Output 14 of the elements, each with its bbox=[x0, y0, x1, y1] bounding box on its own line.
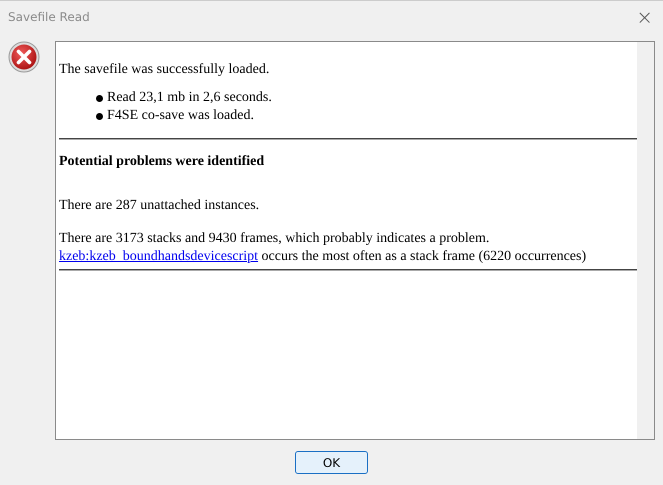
bullet-icon bbox=[96, 112, 103, 120]
bullet-text: Read 23,1 mb in 2,6 seconds. bbox=[107, 89, 272, 107]
message-text: There are 287 unattached instances. bbox=[59, 198, 260, 214]
error-icon bbox=[8, 41, 40, 73]
message-text: The savefile was successfully loaded. bbox=[59, 62, 270, 78]
close-button[interactable]: × bbox=[634, 6, 655, 26]
bullet-icon bbox=[96, 94, 103, 102]
ok-button[interactable]: OK bbox=[295, 451, 368, 474]
bullet-text: F4SE co-save was loaded. bbox=[107, 107, 254, 125]
message-text: There are 3173 stacks and 9430 frames, which probably indicates a problem. bbox=[59, 230, 490, 248]
section-heading: Potential problems were identified bbox=[59, 154, 266, 170]
message-text: kzeb:kzeb_boundhandsdevicescript occurs the most often as a stack frame (6220 occurrences) bbox=[59, 248, 588, 266]
window-title: Savefile Read bbox=[8, 10, 90, 24]
script-link[interactable]: kzeb:kzeb_boundhandsdevicescript bbox=[59, 249, 258, 264]
